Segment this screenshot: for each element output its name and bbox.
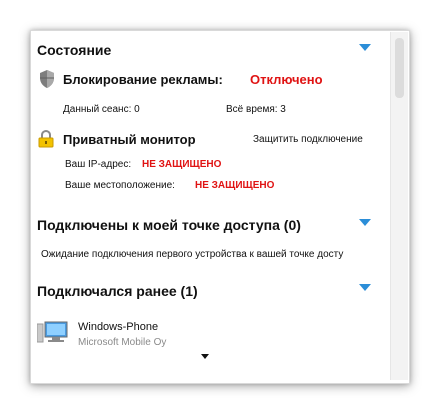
vertical-scrollbar[interactable]	[390, 32, 408, 380]
adblock-label: Блокирование рекламы:	[63, 72, 223, 87]
device-list-item[interactable]	[36, 321, 69, 345]
ip-address-value: НЕ ЗАЩИЩЕНО	[142, 159, 222, 170]
location-value: НЕ ЗАЩИЩЕНО	[195, 180, 275, 191]
ip-address-label: Ваш IP-адрес:	[65, 159, 132, 170]
hotspot-section-header: Подключены к моей точке доступа (0)	[37, 217, 301, 233]
previous-collapse-chevron-icon[interactable]	[359, 284, 371, 291]
adblock-status-value: Отключено	[250, 72, 323, 87]
adblock-session-count: Данный сеанс: 0	[63, 104, 140, 115]
protect-connection-link[interactable]: Защитить подключение	[253, 134, 363, 145]
device-name[interactable]: Windows-Phone	[78, 321, 158, 333]
device-vendor: Microsoft Mobile Oy	[78, 337, 167, 348]
private-monitor-label: Приватный монитор	[63, 132, 196, 147]
hotspot-waiting-text: Ожидание подключения первого устройства …	[41, 249, 344, 260]
status-collapse-chevron-icon[interactable]	[359, 44, 371, 51]
adblock-alltime-count: Всё время: 3	[226, 104, 286, 115]
shield-icon	[40, 70, 54, 88]
location-label: Ваше местоположение:	[65, 180, 175, 191]
previous-section-header: Подключался ранее (1)	[37, 283, 198, 299]
padlock-icon	[38, 130, 54, 148]
status-panel: Состояние Блокирование рекламы: Отключен…	[30, 30, 410, 384]
scrollbar-thumb[interactable]	[395, 38, 404, 98]
expand-caret-icon[interactable]	[201, 354, 209, 359]
computer-icon	[36, 321, 68, 343]
hotspot-collapse-chevron-icon[interactable]	[359, 219, 371, 226]
status-section-header: Состояние	[37, 42, 112, 58]
